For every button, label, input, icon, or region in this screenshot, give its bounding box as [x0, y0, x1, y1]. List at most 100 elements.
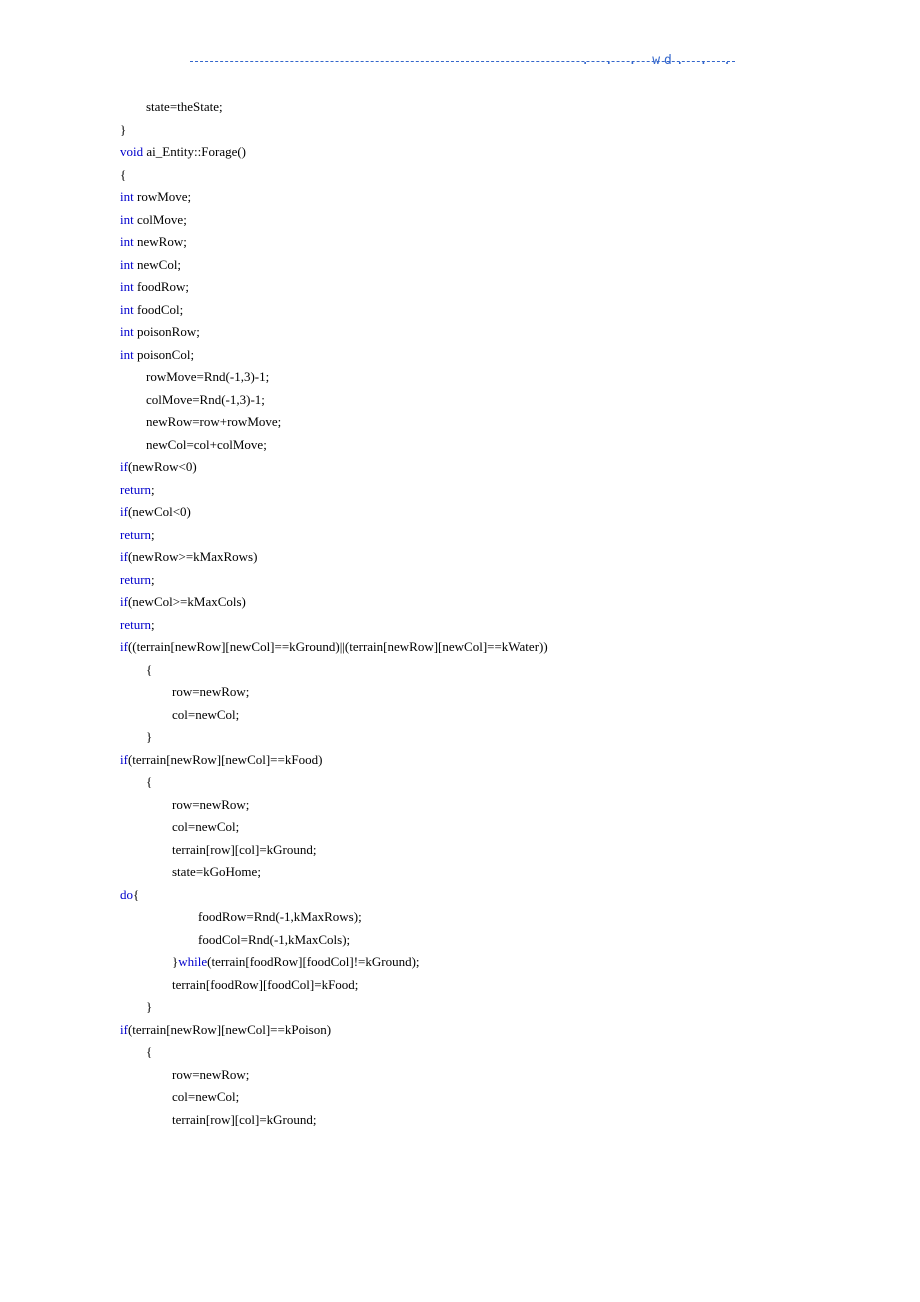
code-line: void ai_Entity::Forage() — [120, 141, 920, 164]
text-token: rowMove; — [134, 189, 191, 204]
text-token: foodCol; — [134, 302, 183, 317]
text-token: state=theState; — [146, 99, 223, 114]
text-token: newRow; — [134, 234, 187, 249]
keyword-token: do — [120, 887, 133, 902]
text-token: (newRow>=kMaxRows) — [128, 549, 258, 564]
text-token: terrain[row][col]=kGround; — [172, 842, 317, 857]
indent — [120, 1112, 172, 1127]
text-token: row=newRow; — [172, 797, 249, 812]
code-line: terrain[row][col]=kGround; — [120, 839, 920, 862]
text-token: foodRow; — [134, 279, 189, 294]
code-line: terrain[foodRow][foodCol]=kFood; — [120, 974, 920, 997]
indent — [120, 707, 172, 722]
keyword-token: int — [120, 189, 134, 204]
text-token: row=newRow; — [172, 1067, 249, 1082]
indent — [120, 774, 146, 789]
code-line: int colMove; — [120, 209, 920, 232]
text-token: { — [146, 1044, 152, 1059]
keyword-token: int — [120, 347, 134, 362]
keyword-token: if — [120, 752, 128, 767]
text-token: ; — [151, 482, 155, 497]
indent — [120, 729, 146, 744]
keyword-token: int — [120, 279, 134, 294]
text-token: (terrain[newRow][newCol]==kPoison) — [128, 1022, 331, 1037]
code-line: if((terrain[newRow][newCol]==kGround)||(… — [120, 636, 920, 659]
code-line: col=newCol; — [120, 816, 920, 839]
indent — [120, 842, 172, 857]
code-line: state=kGoHome; — [120, 861, 920, 884]
code-line: if(newCol<0) — [120, 501, 920, 524]
code-line: terrain[row][col]=kGround; — [120, 1109, 920, 1132]
keyword-token: return — [120, 527, 151, 542]
text-token: } — [146, 999, 152, 1014]
text-token: newRow=row+rowMove; — [146, 414, 281, 429]
text-token: { — [133, 887, 139, 902]
text-token: foodCol=Rnd(-1,kMaxCols); — [198, 932, 350, 947]
keyword-token: int — [120, 234, 134, 249]
text-token: { — [146, 662, 152, 677]
text-token: state=kGoHome; — [172, 864, 261, 879]
text-token: } — [146, 729, 152, 744]
page-header: . . . wd. . . — [190, 50, 735, 62]
keyword-token: if — [120, 459, 128, 474]
indent — [120, 977, 172, 992]
indent — [120, 684, 172, 699]
indent — [120, 864, 172, 879]
keyword-token: int — [120, 324, 134, 339]
indent — [120, 999, 146, 1014]
indent — [120, 414, 146, 429]
code-line: int poisonRow; — [120, 321, 920, 344]
text-token: foodRow=Rnd(-1,kMaxRows); — [198, 909, 362, 924]
code-line: int poisonCol; — [120, 344, 920, 367]
code-line: rowMove=Rnd(-1,3)-1; — [120, 366, 920, 389]
keyword-token: void — [120, 144, 143, 159]
text-token: col=newCol; — [172, 707, 239, 722]
keyword-token: return — [120, 617, 151, 632]
indent — [120, 797, 172, 812]
text-token: terrain[foodRow][foodCol]=kFood; — [172, 977, 358, 992]
code-line: row=newRow; — [120, 681, 920, 704]
text-token: ((terrain[newRow][newCol]==kGround)||(te… — [128, 639, 548, 654]
keyword-token: if — [120, 594, 128, 609]
code-line: return; — [120, 479, 920, 502]
code-line: int newRow; — [120, 231, 920, 254]
keyword-token: if — [120, 1022, 128, 1037]
indent — [120, 819, 172, 834]
indent — [120, 1089, 172, 1104]
indent — [120, 392, 146, 407]
code-line: if(terrain[newRow][newCol]==kPoison) — [120, 1019, 920, 1042]
keyword-token: int — [120, 302, 134, 317]
text-token: } — [120, 122, 126, 137]
indent — [120, 1044, 146, 1059]
code-line: state=theState; — [120, 96, 920, 119]
indent — [120, 437, 146, 452]
code-line: return; — [120, 569, 920, 592]
code-line: { — [120, 659, 920, 682]
text-token: row=newRow; — [172, 684, 249, 699]
keyword-token: int — [120, 257, 134, 272]
text-token: poisonRow; — [134, 324, 200, 339]
text-token: col=newCol; — [172, 819, 239, 834]
indent — [120, 909, 198, 924]
text-token: { — [120, 167, 126, 182]
indent — [120, 954, 172, 969]
text-token: { — [146, 774, 152, 789]
text-token: (newCol>=kMaxCols) — [128, 594, 246, 609]
code-line: do{ — [120, 884, 920, 907]
text-token: poisonCol; — [134, 347, 194, 362]
indent — [120, 369, 146, 384]
code-line: foodRow=Rnd(-1,kMaxRows); — [120, 906, 920, 929]
code-line: { — [120, 164, 920, 187]
text-token: newCol=col+colMove; — [146, 437, 267, 452]
header-text: . . . wd. . . — [581, 53, 735, 68]
code-line: if(newRow>=kMaxRows) — [120, 546, 920, 569]
code-line: newCol=col+colMove; — [120, 434, 920, 457]
indent — [120, 662, 146, 677]
text-token: ai_Entity::Forage() — [143, 144, 246, 159]
text-token: ; — [151, 617, 155, 632]
keyword-token: if — [120, 504, 128, 519]
text-token: (terrain[foodRow][foodCol]!=kGround); — [207, 954, 419, 969]
text-token: (newRow<0) — [128, 459, 197, 474]
code-line: { — [120, 771, 920, 794]
code-line: foodCol=Rnd(-1,kMaxCols); — [120, 929, 920, 952]
